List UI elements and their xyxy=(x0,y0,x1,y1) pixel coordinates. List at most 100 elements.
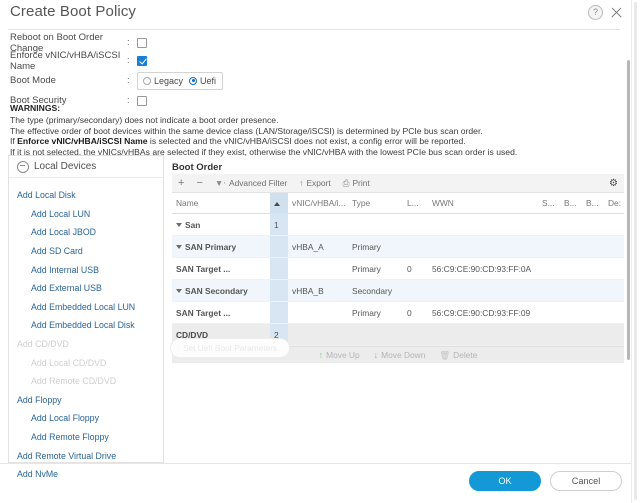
expander-caret-icon[interactable] xyxy=(176,289,182,294)
colon-1: : xyxy=(127,55,130,66)
cell-vnic xyxy=(288,257,348,280)
printer-icon: ⎙ xyxy=(342,177,350,188)
titlebar-icons: ? xyxy=(588,5,623,20)
title-divider xyxy=(8,29,620,30)
radio-boot-mode-legacy[interactable]: Legacy xyxy=(143,76,183,86)
cell-wwn xyxy=(428,235,538,258)
col-vnic-vhba[interactable]: vNIC/vHBA/i... xyxy=(288,193,348,214)
arrow-up-icon: ↑ xyxy=(318,350,324,360)
checkbox-reboot-on-boot-order-change[interactable] xyxy=(137,37,147,48)
list-item[interactable]: Add Embedded Local LUN xyxy=(9,298,163,317)
radio-boot-mode-uefi[interactable]: Uefi xyxy=(189,76,216,86)
cell-vnic xyxy=(288,301,348,324)
cell-slot xyxy=(538,257,560,280)
cell-vnic: vHBA_A xyxy=(288,235,348,258)
cell-wwn xyxy=(428,213,538,236)
list-item[interactable]: Add NvMe xyxy=(9,465,163,484)
col-lun[interactable]: L... xyxy=(403,193,428,214)
advanced-filter-button[interactable]: ▼‧ Advanced Filter xyxy=(215,178,287,189)
radio-label-uefi: Uefi xyxy=(200,75,217,86)
label-enforce-vnic-vhba-iscsi-name: Enforce vNIC/vHBA/iSCSI Name xyxy=(10,49,121,72)
delete-button[interactable]: 🗑 Delete xyxy=(439,350,477,361)
local-devices-header[interactable]: Local Devices xyxy=(9,156,163,178)
col-wwn[interactable]: WWN xyxy=(428,193,538,214)
cell-bootname xyxy=(560,213,582,236)
list-item[interactable]: Add Floppy xyxy=(9,391,163,410)
footer-divider xyxy=(0,463,632,464)
cell-bootpath xyxy=(582,301,604,324)
table-row[interactable]: San 1 xyxy=(172,213,624,236)
gear-icon[interactable]: ⚙ xyxy=(609,178,618,189)
list-item[interactable]: Add Local JBOD xyxy=(9,223,163,242)
cell-slot xyxy=(538,301,560,324)
warning-3-post: is selected and the vNIC/vHBA/iSCSI does… xyxy=(147,136,466,146)
page-scrollbar-thumb[interactable] xyxy=(634,2,637,500)
move-up-button[interactable]: ↑ Move Up xyxy=(319,350,360,360)
list-item[interactable]: Add Local LUN xyxy=(9,205,163,224)
label-boot-mode: Boot Mode xyxy=(10,75,56,86)
boot-mode-radio-group: Legacy Uefi xyxy=(137,71,224,90)
cell-type: Secondary xyxy=(348,279,403,302)
export-button[interactable]: ↑ Export xyxy=(299,178,330,188)
cell-bootpath xyxy=(582,257,604,280)
col-description[interactable]: De: xyxy=(604,193,624,214)
list-item[interactable]: Add Embedded Local Disk xyxy=(9,316,163,335)
cell-desc xyxy=(604,235,624,258)
cell-desc xyxy=(604,323,624,346)
cell-name: SAN Secondary xyxy=(172,279,270,302)
arrow-down-icon: ↓ xyxy=(373,350,379,360)
list-item[interactable]: Add External USB xyxy=(9,279,163,298)
col-slot[interactable]: S... xyxy=(538,193,560,214)
cell-bootpath xyxy=(582,279,604,302)
close-icon[interactable] xyxy=(610,6,623,19)
col-type[interactable]: Type xyxy=(348,193,403,214)
table-row[interactable]: SAN Target ... Primary 0 56:C9:CE:90:CD:… xyxy=(172,301,624,324)
list-item[interactable]: Add Local Floppy xyxy=(9,409,163,428)
table-row[interactable]: SAN Secondary vHBA_B Secondary xyxy=(172,279,624,302)
cell-bootpath xyxy=(582,235,604,258)
ok-button[interactable]: OK xyxy=(469,471,541,491)
checkbox-enforce-vnic-vhba-iscsi-name[interactable] xyxy=(137,55,147,66)
add-row-button[interactable]: + xyxy=(178,178,184,189)
warning-line-1: The type (primary/secondary) does not in… xyxy=(10,115,279,125)
help-circle-icon[interactable]: ? xyxy=(588,5,603,20)
col-order[interactable] xyxy=(270,193,288,214)
cell-lun xyxy=(403,279,428,302)
expander-caret-icon[interactable] xyxy=(176,245,182,250)
sort-ascending-icon xyxy=(274,202,280,206)
warning-line-2: The effective order of boot devices with… xyxy=(10,125,483,136)
local-devices-list: Add Local Disk Add Local LUN Add Local J… xyxy=(9,178,163,484)
minus-circle-icon[interactable] xyxy=(17,160,29,173)
col-name[interactable]: Name xyxy=(172,193,270,214)
cell-wwn xyxy=(428,323,538,346)
page-vertical-scrollbar[interactable] xyxy=(631,0,640,503)
cell-vnic xyxy=(288,323,348,346)
expander-caret-icon[interactable] xyxy=(176,223,182,228)
grid-vertical-scrollbar[interactable] xyxy=(627,60,630,360)
list-item[interactable]: Add SD Card xyxy=(9,242,163,261)
col-boot-path[interactable]: B... xyxy=(582,193,604,214)
move-down-button[interactable]: ↓ Move Down xyxy=(374,350,426,360)
page-title: Create Boot Policy xyxy=(10,3,137,20)
dialog-titlebar: Create Boot Policy ? xyxy=(0,0,632,29)
filter-icon: ▼‧ xyxy=(214,177,226,188)
cell-wwn xyxy=(428,279,538,302)
list-item[interactable]: Add Internal USB xyxy=(9,260,163,279)
list-item[interactable]: Add Remote Floppy xyxy=(9,428,163,447)
cell-wwn: 56:C9:CE:90:CD:93:FF:09 xyxy=(428,301,538,324)
local-devices-panel: Local Devices Add Local Disk Add Local L… xyxy=(8,155,164,479)
col-boot-name[interactable]: B... xyxy=(560,193,582,214)
remove-row-button[interactable]: − xyxy=(196,178,202,189)
table-row[interactable]: SAN Target ... Primary 0 56:C9:CE:90:CD:… xyxy=(172,257,624,280)
table-row[interactable]: SAN Primary vHBA_A Primary xyxy=(172,235,624,258)
cell-slot xyxy=(538,213,560,236)
print-button[interactable]: ⎙ Print xyxy=(343,178,370,189)
dialog-footer: OK Cancel xyxy=(469,471,622,491)
cell-type: Primary xyxy=(348,301,403,324)
colon-2: : xyxy=(127,75,130,86)
cancel-button[interactable]: Cancel xyxy=(550,471,622,491)
cell-slot xyxy=(538,323,560,346)
list-item: Add Local CD/DVD xyxy=(31,357,107,368)
cell-order xyxy=(270,235,288,258)
list-item[interactable]: Add Local Disk xyxy=(9,186,163,205)
